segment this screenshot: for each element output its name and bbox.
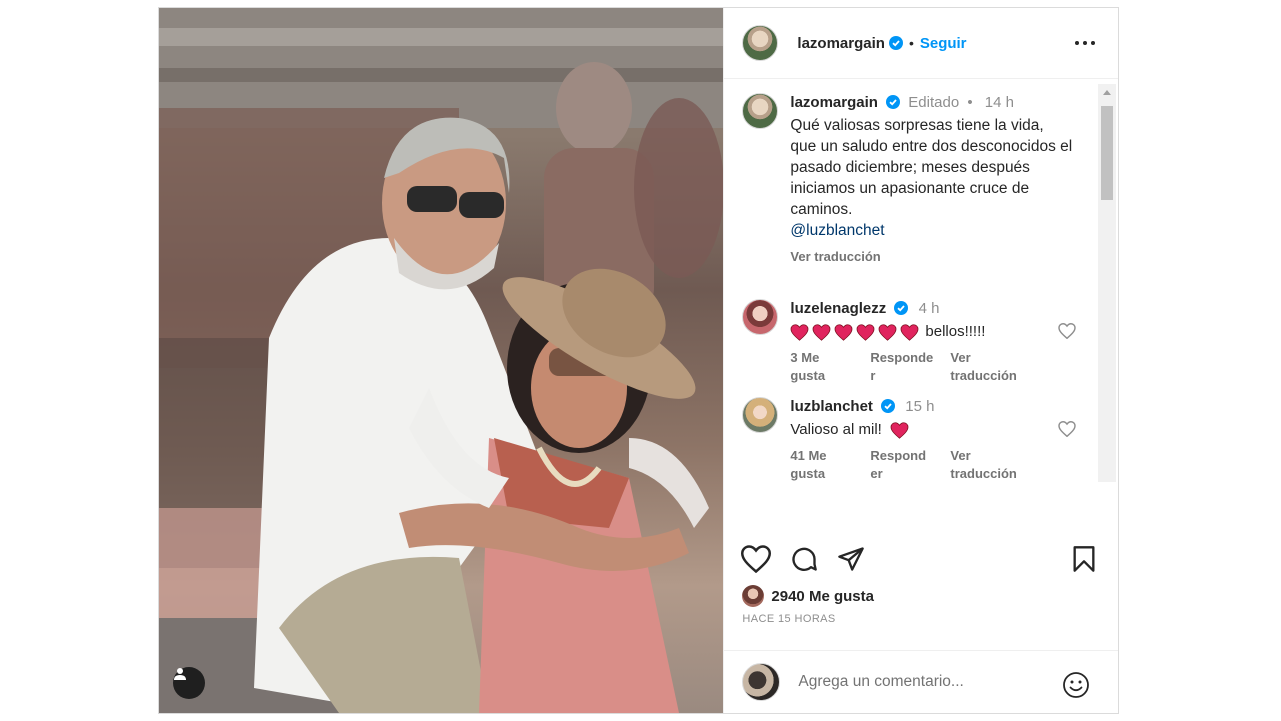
comment-reply-line1: Responde	[870, 350, 934, 365]
red-heart-emoji-icon	[857, 323, 875, 341]
caption-time[interactable]: 14 h	[985, 94, 1014, 111]
comment-likes-line2: gusta	[790, 466, 826, 481]
comment-username[interactable]: luzelenaglezz	[790, 300, 886, 317]
post-dialog: lazomargain • Seguir lazomargain Editado…	[158, 7, 1119, 714]
verified-badge-icon	[888, 36, 903, 50]
comment-input[interactable]	[796, 672, 1061, 692]
comment-time[interactable]: 15 h	[905, 398, 934, 415]
comment-text: Valioso al mil!	[790, 421, 882, 438]
red-heart-emoji-icon	[879, 323, 897, 341]
comment-item: luzelenaglezz 4 h bellos!!!!! 3 Me gusta…	[742, 299, 1080, 385]
comment-translate-line1: Ver	[950, 350, 971, 365]
verified-badge-icon	[894, 301, 909, 315]
caption-block: lazomargain Editado • 14 h Qué valiosas …	[742, 93, 1072, 264]
comment-see-translation[interactable]: Ver traducción	[950, 447, 1030, 483]
comment-see-translation[interactable]: Ver traducción	[950, 349, 1030, 385]
verified-badge-icon	[886, 95, 901, 109]
comment-username[interactable]: luzblanchet	[790, 398, 873, 415]
follow-button[interactable]: Seguir	[920, 35, 967, 52]
comment-translate-line2: traducción	[950, 368, 1017, 383]
author-avatar[interactable]	[742, 25, 779, 61]
like-heart-icon[interactable]	[741, 545, 772, 573]
likes-summary[interactable]: 2940 Me gusta	[742, 585, 874, 607]
commenter-avatar[interactable]	[742, 299, 779, 335]
likes-count[interactable]: 2940 Me gusta	[771, 588, 874, 605]
save-bookmark-icon[interactable]	[1072, 545, 1096, 573]
post-photo[interactable]	[159, 8, 724, 713]
header-separator: •	[908, 35, 914, 51]
edited-label: Editado	[908, 94, 960, 111]
red-heart-emoji-icon	[791, 323, 809, 341]
comment-likes-line1: 3 Me	[790, 350, 820, 365]
heart-emojis	[790, 323, 919, 341]
comments-scrollbar[interactable]	[1098, 84, 1116, 482]
comment-item: luzblanchet 15 h Valioso al mil! 41 Me g…	[742, 397, 1080, 483]
heart-emojis	[890, 421, 909, 439]
liker-avatar	[742, 585, 765, 607]
comment-translate-line1: Ver	[950, 448, 971, 463]
post-timestamp: HACE 15 HORAS	[742, 613, 836, 625]
comment-translate-line2: traducción	[950, 466, 1017, 481]
share-send-icon[interactable]	[836, 545, 866, 573]
red-heart-emoji-icon	[813, 323, 831, 341]
caption-see-translation[interactable]: Ver traducción	[790, 249, 1072, 264]
red-heart-emoji-icon	[835, 323, 853, 341]
post-header: lazomargain • Seguir	[724, 8, 1118, 79]
comment-likes-line1: 41 Me	[790, 448, 827, 463]
comment-likes-count[interactable]: 3 Me gusta	[790, 349, 870, 385]
comment-like-heart-icon[interactable]	[1058, 323, 1077, 339]
scrollbar-thumb[interactable]	[1101, 106, 1113, 200]
caption-author-avatar[interactable]	[742, 93, 779, 129]
current-user-avatar	[742, 663, 781, 701]
comment-reply-button[interactable]: Responde r	[870, 349, 950, 385]
caption-separator: •	[967, 94, 973, 111]
commenter-avatar[interactable]	[742, 397, 779, 433]
scroll-up-arrow-icon[interactable]	[1103, 90, 1111, 95]
caption-mention-link[interactable]: @luzblanchet	[790, 220, 1072, 241]
caption-username[interactable]: lazomargain	[790, 94, 878, 111]
comment-likes-count[interactable]: 41 Me gusta	[790, 447, 870, 483]
caption-text: Qué valiosas sorpresas tiene la vida, qu…	[790, 117, 1073, 218]
comment-time[interactable]: 4 h	[919, 300, 940, 317]
tagged-people-button[interactable]	[173, 667, 205, 699]
photo-illustration	[159, 8, 724, 713]
red-heart-emoji-icon	[890, 421, 909, 439]
comment-reply-button[interactable]: Respond er	[870, 447, 950, 483]
emoji-picker-icon[interactable]	[1062, 671, 1090, 699]
comment-reply-line2: r	[870, 368, 876, 383]
comment-text: bellos!!!!!	[925, 323, 986, 340]
more-options-icon[interactable]	[1074, 30, 1096, 56]
post-side-panel: lazomargain • Seguir lazomargain Editado…	[723, 8, 1119, 713]
comment-bubble-icon[interactable]	[789, 545, 819, 573]
comment-reply-line1: Respond	[870, 448, 927, 463]
comment-like-heart-icon[interactable]	[1058, 421, 1077, 437]
person-icon	[174, 668, 186, 680]
add-comment-bar	[724, 650, 1119, 713]
author-username[interactable]: lazomargain	[797, 35, 885, 52]
comments-section[interactable]: lazomargain Editado • 14 h Qué valiosas …	[724, 79, 1118, 484]
verified-badge-icon	[881, 399, 896, 413]
comment-reply-line2: er	[870, 466, 883, 481]
red-heart-emoji-icon	[901, 323, 919, 341]
comment-likes-line2: gusta	[790, 368, 826, 383]
